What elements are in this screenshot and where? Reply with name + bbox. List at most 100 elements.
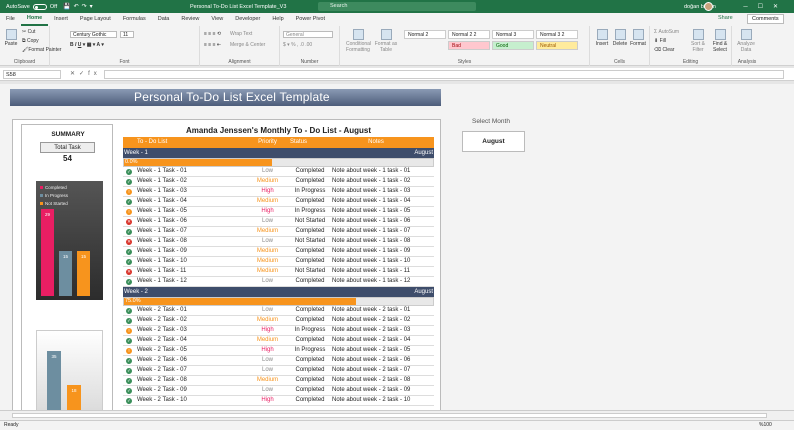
task-name[interactable]: Week - 1 Task - 03 <box>135 187 245 196</box>
task-priority[interactable]: High <box>245 346 290 355</box>
task-status[interactable]: In Progress <box>290 187 330 196</box>
task-status[interactable]: In Progress <box>290 346 330 355</box>
paste-button[interactable]: Paste <box>2 29 20 47</box>
task-priority[interactable]: Medium <box>245 177 290 186</box>
table-row[interactable]: ! Week - 1 Task - 03 High In Progress Note a… <box>123 187 434 197</box>
task-note[interactable]: Note about week - 1 task - 04 <box>330 197 434 206</box>
task-name[interactable]: Week - 1 Task - 11 <box>135 267 245 276</box>
format-button[interactable]: Format <box>629 29 647 47</box>
task-status[interactable]: Completed <box>290 386 330 395</box>
task-name[interactable]: Week - 1 Task - 06 <box>135 217 245 226</box>
task-status[interactable]: Completed <box>290 376 330 385</box>
tab-insert[interactable]: Insert <box>48 13 74 26</box>
table-row[interactable]: ✓ Week - 2 Task - 10 High Completed Note abo… <box>123 396 434 406</box>
task-note[interactable]: Note about week - 2 task - 02 <box>330 316 434 325</box>
task-note[interactable]: Note about week - 2 task - 05 <box>330 346 434 355</box>
task-status[interactable]: Completed <box>290 247 330 256</box>
task-name[interactable]: Week - 2 Task - 03 <box>135 326 245 335</box>
table-row[interactable]: ✓ Week - 2 Task - 01 Low Completed Note abou… <box>123 306 434 316</box>
font-size-select[interactable]: 11 <box>120 31 134 38</box>
window-controls[interactable]: ─☐✕ <box>743 3 788 10</box>
task-name[interactable]: Week - 2 Task - 10 <box>135 396 245 405</box>
sheet-area[interactable]: Personal To-Do List Excel Template Selec… <box>0 84 794 421</box>
tab-power-pivot[interactable]: Power Pivot <box>290 13 331 26</box>
task-priority[interactable]: High <box>245 326 290 335</box>
task-note[interactable]: Note about week - 2 task - 01 <box>330 306 434 315</box>
share-button[interactable]: Share <box>718 15 733 21</box>
name-box[interactable]: S58 <box>3 70 61 79</box>
insert-button[interactable]: Insert <box>593 29 611 47</box>
task-status[interactable]: In Progress <box>290 326 330 335</box>
task-status[interactable]: Completed <box>290 396 330 405</box>
table-row[interactable]: ✕ Week - 1 Task - 11 Medium Not Started Note… <box>123 267 434 277</box>
task-priority[interactable]: Medium <box>245 267 290 276</box>
task-name[interactable]: Week - 1 Task - 05 <box>135 207 245 216</box>
task-priority[interactable]: Low <box>245 277 290 286</box>
task-priority[interactable]: Low <box>245 366 290 375</box>
style-normal-3-2[interactable]: Normal 3 2 <box>536 30 578 39</box>
task-priority[interactable]: Medium <box>245 257 290 266</box>
task-note[interactable]: Note about week - 1 task - 02 <box>330 177 434 186</box>
task-name[interactable]: Week - 2 Task - 07 <box>135 366 245 375</box>
task-note[interactable]: Note about week - 1 task - 06 <box>330 217 434 226</box>
task-status[interactable]: Completed <box>290 257 330 266</box>
task-note[interactable]: Note about week - 1 task - 07 <box>330 227 434 236</box>
autosum-button[interactable]: Σ AutoSum <box>654 29 679 35</box>
tab-file[interactable]: File <box>0 13 21 26</box>
task-status[interactable]: Completed <box>290 177 330 186</box>
task-note[interactable]: Note about week - 2 task - 03 <box>330 326 434 335</box>
task-name[interactable]: Week - 2 Task - 01 <box>135 306 245 315</box>
tab-formulas[interactable]: Formulas <box>117 13 152 26</box>
tab-help[interactable]: Help <box>266 13 289 26</box>
number-format-select[interactable]: General <box>283 31 333 38</box>
task-note[interactable]: Note about week - 1 task - 09 <box>330 247 434 256</box>
tab-data[interactable]: Data <box>152 13 176 26</box>
find-select-button[interactable]: Find & Select <box>710 29 730 53</box>
task-name[interactable]: Week - 1 Task - 02 <box>135 177 245 186</box>
comments-button[interactable]: Comments <box>747 14 784 24</box>
table-row[interactable]: ✕ Week - 1 Task - 06 Low Not Started Note ab… <box>123 217 434 227</box>
task-note[interactable]: Note about week - 1 task - 12 <box>330 277 434 286</box>
task-priority[interactable]: Medium <box>245 316 290 325</box>
currency-icon[interactable]: $ ▾ % , .0 .00 <box>283 42 312 48</box>
search-input[interactable]: Search <box>318 2 476 11</box>
task-note[interactable]: Note about week - 2 task - 07 <box>330 366 434 375</box>
scrollbar-thumb[interactable] <box>12 413 767 418</box>
quick-access-icons[interactable]: 💾↶↷▾ <box>63 3 96 10</box>
formula-icons[interactable]: ✕✓fx <box>70 70 101 77</box>
task-name[interactable]: Week - 2 Task - 04 <box>135 336 245 345</box>
task-priority[interactable]: Medium <box>245 247 290 256</box>
delete-button[interactable]: Delete <box>611 29 629 47</box>
task-priority[interactable]: Low <box>245 356 290 365</box>
table-row[interactable]: ✓ Week - 2 Task - 02 Medium Completed Note a… <box>123 316 434 326</box>
task-status[interactable]: Completed <box>290 356 330 365</box>
task-status[interactable]: In Progress <box>290 207 330 216</box>
cut-button[interactable]: ✂ Cut <box>22 29 35 35</box>
font-name-select[interactable]: Century Gothic <box>70 31 117 38</box>
task-status[interactable]: Completed <box>290 167 330 176</box>
status-chart[interactable]: 29 15 15 Completed In Progress Not Started <box>36 181 103 300</box>
style-normal-2[interactable]: Normal 2 <box>404 30 446 39</box>
task-name[interactable]: Week - 2 Task - 08 <box>135 376 245 385</box>
style-bad[interactable]: Bad <box>448 41 490 50</box>
task-status[interactable]: Not Started <box>290 267 330 276</box>
task-priority[interactable]: High <box>245 187 290 196</box>
task-name[interactable]: Week - 1 Task - 08 <box>135 237 245 246</box>
task-priority[interactable]: Low <box>245 217 290 226</box>
copy-button[interactable]: ⧉ Copy <box>22 38 39 44</box>
task-priority[interactable]: Medium <box>245 376 290 385</box>
task-note[interactable]: Note about week - 2 task - 09 <box>330 386 434 395</box>
table-row[interactable]: ✓ Week - 1 Task - 10 Medium Completed Note a… <box>123 257 434 267</box>
task-note[interactable]: Note about week - 1 task - 11 <box>330 267 434 276</box>
tab-developer[interactable]: Developer <box>229 13 266 26</box>
table-row[interactable]: ✓ Week - 2 Task - 09 Low Completed Note abou… <box>123 386 434 396</box>
task-status[interactable]: Not Started <box>290 237 330 246</box>
table-row[interactable]: ! Week - 2 Task - 03 High In Progress Note a… <box>123 326 434 336</box>
table-row[interactable]: ✓ Week - 1 Task - 01 Low Completed Note abou… <box>123 167 434 177</box>
avatar[interactable] <box>704 2 713 11</box>
sort-filter-button[interactable]: Sort & Filter <box>688 29 708 53</box>
style-normal-2-2[interactable]: Normal 2 2 <box>448 30 490 39</box>
tab-review[interactable]: Review <box>175 13 205 26</box>
align-icons[interactable]: ≡ ≡ ≡ ⟲ <box>204 31 221 37</box>
table-row[interactable]: ✓ Week - 2 Task - 06 Low Completed Note abou… <box>123 356 434 366</box>
